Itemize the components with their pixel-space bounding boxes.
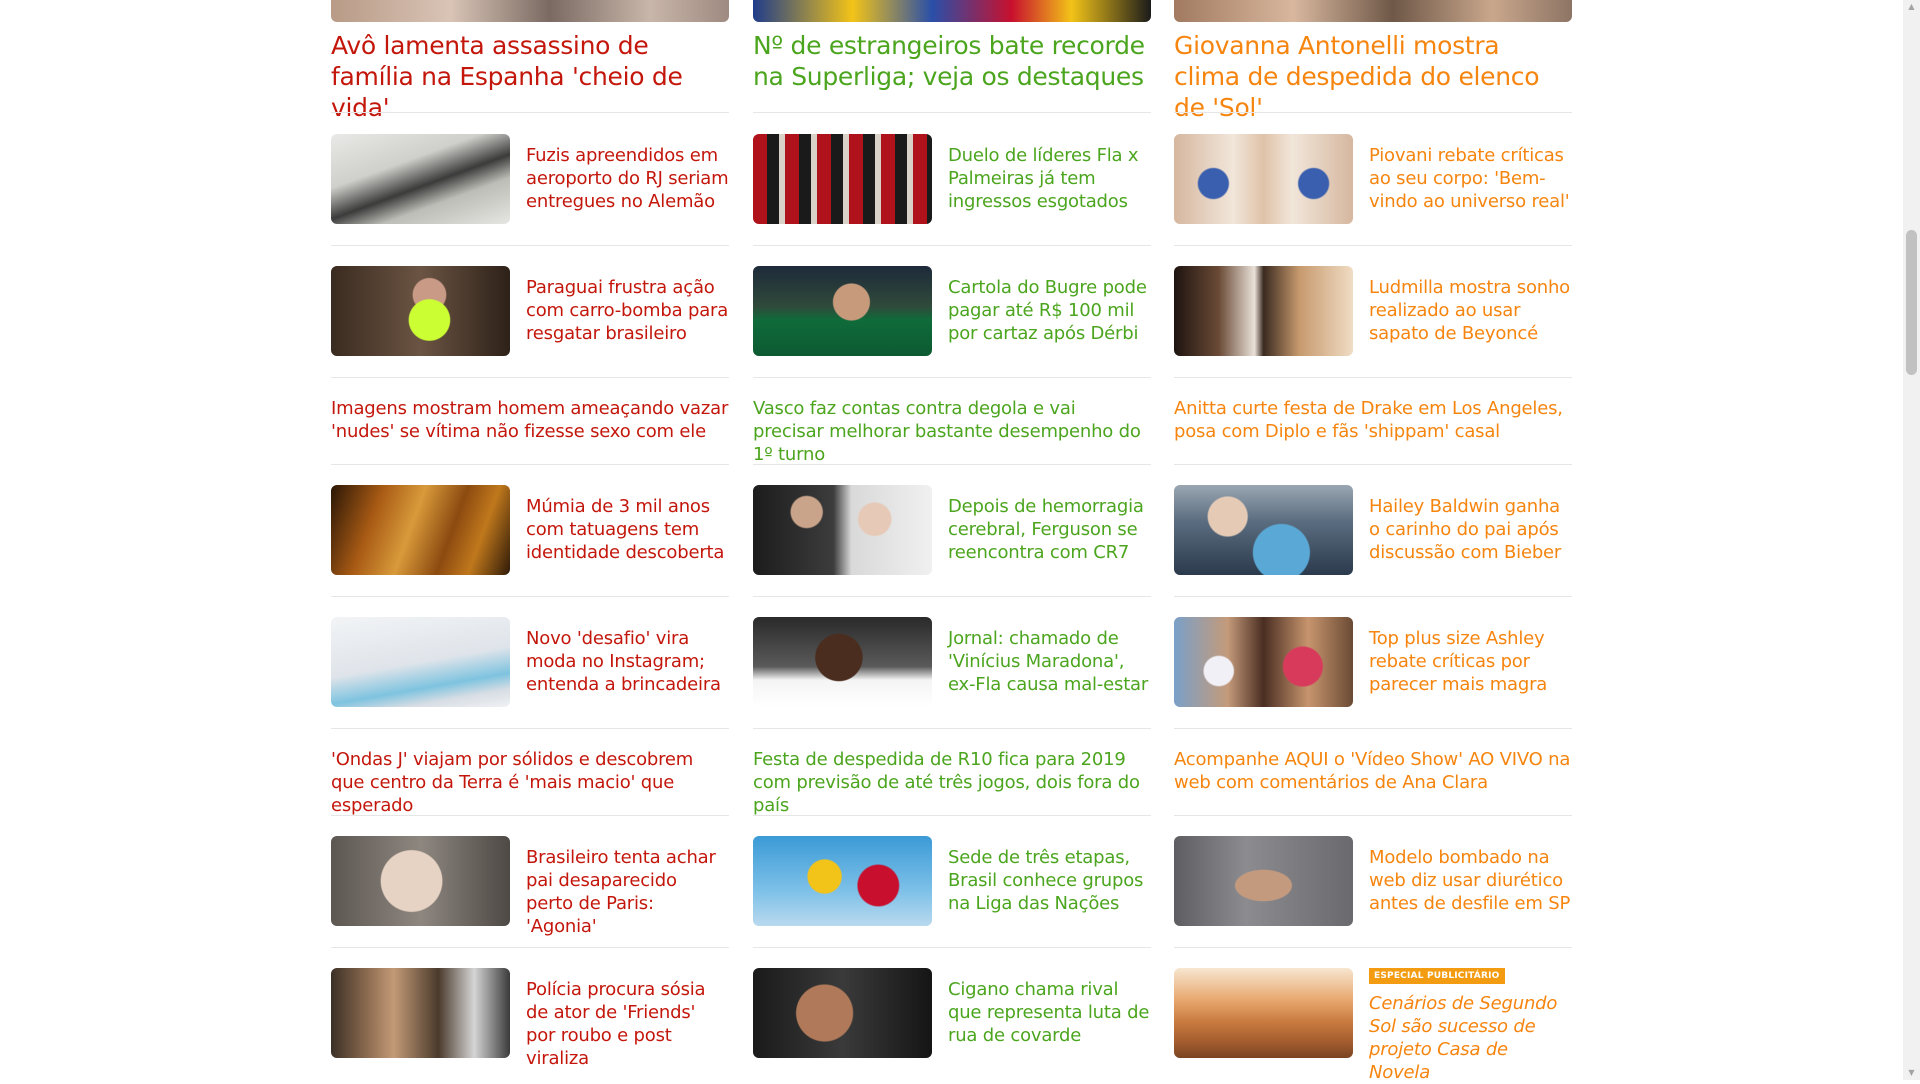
news-item-title[interactable]: Brasileiro tenta achar pai desaparecido … [526,846,729,938]
headline-link[interactable]: Avô lamenta assassino de família na Espa… [331,30,729,123]
sponsored-thumbnail[interactable] [1174,968,1353,1058]
divider [753,112,1151,113]
sports-thumbnail[interactable] [753,485,932,575]
headline-image[interactable] [753,0,1151,22]
sponsored-item-title[interactable]: Cenários de Segundo Sol são sucesso de p… [1369,992,1572,1084]
news-thumbnail[interactable] [331,134,510,224]
divider [753,596,1151,597]
news-feed-page: Avô lamenta assassino de família na Espa… [0,0,1903,1083]
news-item-title[interactable]: Polícia procura sósia de ator de 'Friend… [526,978,729,1070]
sports-item-title[interactable]: Cartola do Bugre pode pagar até R$ 100 m… [948,276,1151,345]
news-text-link[interactable]: 'Ondas J' viajam por sólidos e descobrem… [331,748,729,817]
divider [753,464,1151,465]
headline-image[interactable] [1174,0,1572,22]
entertainment-item-title[interactable]: Ludmilla mostra sonho realizado ao usar … [1369,276,1572,345]
news-thumbnail[interactable] [331,968,510,1058]
headline-link[interactable]: Nº de estrangeiros bate recorde na Super… [753,30,1151,92]
divider [753,245,1151,246]
entertainment-item-title[interactable]: Top plus size Ashley rebate críticas por… [1369,627,1572,696]
news-thumbnail[interactable] [331,266,510,356]
divider [1174,112,1572,113]
entertainment-text-link[interactable]: Anitta curte festa de Drake em Los Angel… [1174,397,1572,443]
divider [331,815,729,816]
sports-item-title[interactable]: Depois de hemorragia cerebral, Ferguson … [948,495,1151,564]
sponsored-badge: ESPECIAL PUBLICITÁRIO [1369,968,1505,984]
divider [331,728,729,729]
sports-text-link[interactable]: Vasco faz contas contra degola e vai pre… [753,397,1151,466]
entertainment-thumbnail[interactable] [1174,266,1353,356]
sports-item-title[interactable]: Cigano chama rival que representa luta d… [948,978,1151,1047]
sports-thumbnail[interactable] [753,134,932,224]
divider [753,947,1151,948]
entertainment-thumbnail[interactable] [1174,485,1353,575]
sports-item-title[interactable]: Duelo de líderes Fla x Palmeiras já tem … [948,144,1151,213]
entertainment-item-title[interactable]: Modelo bombado na web diz usar diurético… [1369,846,1572,915]
divider [1174,464,1572,465]
scrollbar-track[interactable] [1903,0,1920,1080]
news-thumbnail[interactable] [331,485,510,575]
scrollbar-thumb[interactable] [1906,230,1917,375]
divider [331,947,729,948]
news-item-title[interactable]: Novo 'desafio' vira moda no Instagram; e… [526,627,729,696]
sports-item-title[interactable]: Jornal: chamado de 'Vinícius Maradona', … [948,627,1151,696]
scroll-down-arrow-icon[interactable]: ▼ [1906,1068,1917,1078]
news-item-title[interactable]: Múmia de 3 mil anos com tatuagens tem id… [526,495,729,564]
divider [1174,377,1572,378]
sports-thumbnail[interactable] [753,266,932,356]
divider [331,112,729,113]
entertainment-thumbnail[interactable] [1174,836,1353,926]
divider [331,596,729,597]
divider [753,377,1151,378]
sports-thumbnail[interactable] [753,617,932,707]
sports-thumbnail[interactable] [753,968,932,1058]
entertainment-thumbnail[interactable] [1174,617,1353,707]
entertainment-thumbnail[interactable] [1174,134,1353,224]
sports-item-title[interactable]: Sede de três etapas, Brasil conhece grup… [948,846,1151,915]
news-item-title[interactable]: Paraguai frustra ação com carro-bomba pa… [526,276,729,345]
divider [1174,245,1572,246]
news-thumbnail[interactable] [331,617,510,707]
sports-thumbnail[interactable] [753,836,932,926]
divider [1174,947,1572,948]
entertainment-item-title[interactable]: Piovani rebate críticas ao seu corpo: 'B… [1369,144,1572,213]
divider [1174,728,1572,729]
entertainment-text-link[interactable]: Acompanhe AQUI o 'Vídeo Show' AO VIVO na… [1174,748,1572,794]
divider [331,377,729,378]
divider [753,728,1151,729]
headline-image[interactable] [331,0,729,22]
divider [331,464,729,465]
divider [1174,596,1572,597]
divider [753,815,1151,816]
scroll-up-arrow-icon[interactable]: ▲ [1906,2,1917,12]
divider [1174,815,1572,816]
entertainment-item-title[interactable]: Hailey Baldwin ganha o carinho do pai ap… [1369,495,1572,564]
headline-link[interactable]: Giovanna Antonelli mostra clima de despe… [1174,30,1572,123]
news-text-link[interactable]: Imagens mostram homem ameaçando vazar 'n… [331,397,729,443]
news-thumbnail[interactable] [331,836,510,926]
news-item-title[interactable]: Fuzis apreendidos em aeroporto do RJ ser… [526,144,729,213]
sports-text-link[interactable]: Festa de despedida de R10 fica para 2019… [753,748,1151,817]
divider [331,245,729,246]
